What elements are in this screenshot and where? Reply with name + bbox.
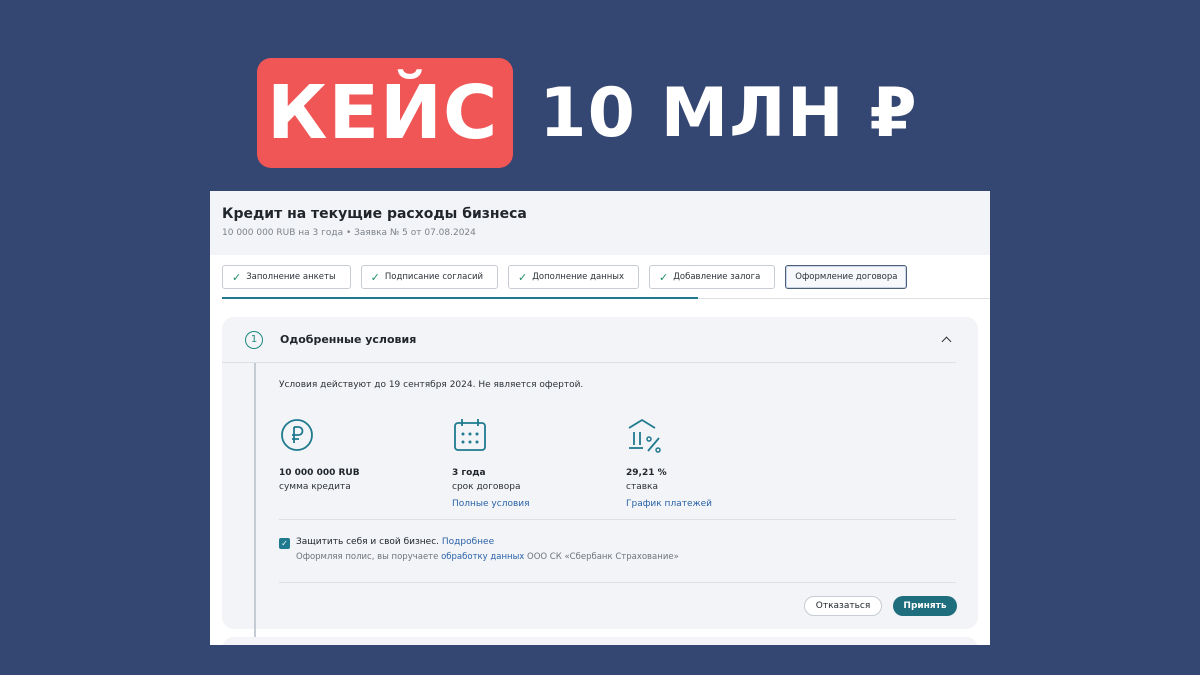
timeline-line	[254, 363, 256, 645]
insurance-note: Оформляя полис, вы поручаете обработку д…	[296, 552, 679, 562]
headline: КЕЙС 10 МЛН ₽	[257, 58, 918, 168]
step-additional-data[interactable]: ✓ Дополнение данных	[508, 265, 640, 289]
amount-label: сумма кредита	[279, 482, 351, 492]
validity-text: Условия действуют до 19 сентября 2024. Н…	[279, 380, 584, 390]
check-icon: ✓	[232, 270, 242, 284]
step-label: Подписание согласий	[384, 272, 484, 282]
payment-schedule-link[interactable]: График платежей	[626, 499, 786, 509]
note-text: Оформляя полис, вы поручаете	[296, 552, 439, 562]
card-title: Одобренные условия	[280, 333, 417, 346]
data-processing-link[interactable]: обработку данных	[441, 552, 524, 562]
more-link[interactable]: Подробнее	[442, 537, 494, 547]
step-label: Добавление залога	[673, 272, 761, 282]
step-collateral[interactable]: ✓ Добавление залога	[649, 265, 776, 289]
divider	[279, 519, 956, 520]
check-icon: ✓	[370, 270, 380, 284]
bank-percent-icon	[628, 418, 661, 453]
step-label: Дополнение данных	[532, 272, 625, 282]
step-consents[interactable]: ✓ Подписание согласий	[360, 265, 499, 289]
page-subtitle: 10 000 000 RUB на 3 года • Заявка № 5 от…	[222, 228, 476, 238]
app-screenshot: Кредит на текущие расходы бизнеса 10 000…	[210, 191, 990, 645]
approved-terms-card: 1 Одобренные условия Условия действуют д…	[222, 317, 978, 645]
step-label: Оформление договора	[795, 272, 898, 282]
progress-fill	[222, 297, 698, 299]
term-rate: 29,21 % ставка График платежей	[626, 417, 786, 509]
step-questionnaire[interactable]: ✓ Заполнение анкеты	[222, 265, 351, 289]
duration-label: срок договора	[452, 482, 521, 492]
stepper: ✓ Заполнение анкеты ✓ Подписание согласий …	[222, 265, 917, 289]
amount-value: 10 000 000 RUB	[279, 468, 360, 478]
case-badge: КЕЙС	[257, 58, 514, 168]
check-icon: ✓	[659, 270, 669, 284]
rate-value: 29,21 %	[626, 468, 667, 478]
duration-value: 3 года	[452, 468, 486, 478]
check-icon: ✓	[518, 270, 528, 284]
insurance-option: ✓ Защитить себя и свой бизнес. Подробнее…	[279, 537, 679, 562]
page-header: Кредит на текущие расходы бизнеса 10 000…	[210, 191, 990, 255]
step-label: Заполнение анкеты	[246, 272, 336, 282]
page-title: Кредит на текущие расходы бизнеса	[222, 206, 527, 222]
rate-label: ставка	[626, 482, 658, 492]
chevron-up-icon[interactable]	[941, 336, 952, 346]
accept-button[interactable]: Принять	[893, 596, 957, 616]
step-number-badge: 1	[245, 330, 263, 349]
term-amount: 10 000 000 RUB сумма кредита	[279, 417, 439, 492]
insurance-text: Защитить себя и свой бизнес.	[296, 537, 440, 547]
decline-button[interactable]: Отказаться	[804, 596, 882, 616]
calendar-icon	[454, 419, 486, 451]
term-duration: 3 года срок договора Полные условия	[452, 417, 612, 509]
insurance-checkbox[interactable]: ✓	[279, 538, 290, 549]
next-section-card	[222, 637, 978, 645]
divider	[279, 582, 956, 583]
step-contract[interactable]: Оформление договора	[785, 265, 908, 289]
full-terms-link[interactable]: Полные условия	[452, 499, 612, 509]
headline-amount: 10 МЛН ₽	[539, 73, 918, 153]
note-company: ООО СК «Сбербанк Страхование»	[527, 552, 679, 562]
ruble-circle-icon	[281, 419, 313, 451]
card-header[interactable]: 1 Одобренные условия	[222, 317, 956, 363]
